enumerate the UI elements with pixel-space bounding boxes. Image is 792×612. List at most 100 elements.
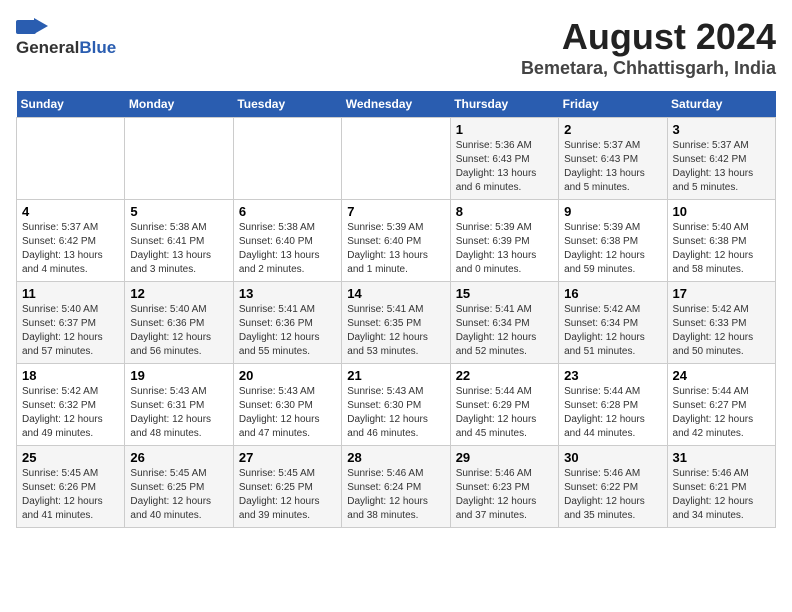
- day-number: 24: [673, 368, 770, 383]
- calendar-cell: 10Sunrise: 5:40 AM Sunset: 6:38 PM Dayli…: [667, 200, 775, 282]
- day-detail: Sunrise: 5:43 AM Sunset: 6:30 PM Dayligh…: [239, 385, 336, 441]
- day-number: 11: [22, 286, 119, 301]
- calendar-cell: 16Sunrise: 5:42 AM Sunset: 6:34 PM Dayli…: [559, 282, 667, 364]
- day-detail: Sunrise: 5:45 AM Sunset: 6:25 PM Dayligh…: [239, 467, 336, 523]
- day-number: 4: [22, 204, 119, 219]
- day-number: 20: [239, 368, 336, 383]
- day-detail: Sunrise: 5:39 AM Sunset: 6:38 PM Dayligh…: [564, 221, 661, 277]
- calendar-cell: [233, 118, 341, 200]
- calendar-cell: 20 Sunrise: 5:43 AM Sunset: 6:30 PM Dayli…: [233, 364, 341, 446]
- calendar-cell: 14 Sunrise: 5:41 AM Sunset: 6:35 PM Dayli…: [342, 282, 450, 364]
- weekday-header-saturday: Saturday: [667, 91, 775, 118]
- day-number: 19: [130, 368, 227, 383]
- day-detail: Sunrise: 5:41 AM Sunset: 6:34 PM Dayligh…: [456, 303, 553, 359]
- day-number: 17: [673, 286, 770, 301]
- calendar-cell: 24 Sunrise: 5:44 AM Sunset: 6:27 PM Dayli…: [667, 364, 775, 446]
- calendar-cell: [125, 118, 233, 200]
- logo-blue: Blue: [79, 38, 116, 58]
- calendar-cell: 26 Sunrise: 5:45 AM Sunset: 6:25 PM Dayli…: [125, 446, 233, 528]
- day-number: 31: [673, 450, 770, 465]
- calendar-cell: [342, 118, 450, 200]
- day-detail: Sunrise: 5:44 AM Sunset: 6:29 PM Dayligh…: [456, 385, 553, 441]
- day-detail: Sunrise: 5:36 AM Sunset: 6:43 PM Dayligh…: [456, 139, 553, 195]
- calendar-cell: 15Sunrise: 5:41 AM Sunset: 6:34 PM Dayli…: [450, 282, 558, 364]
- calendar-cell: 19 Sunrise: 5:43 AM Sunset: 6:31 PM Dayli…: [125, 364, 233, 446]
- day-detail: Sunrise: 5:43 AM Sunset: 6:31 PM Dayligh…: [130, 385, 227, 441]
- day-number: 7: [347, 204, 444, 219]
- logo-general: General: [16, 38, 79, 58]
- calendar-subtitle: Bemetara, Chhattisgarh, India: [521, 58, 776, 79]
- calendar-cell: 13 Sunrise: 5:41 AM Sunset: 6:36 PM Dayli…: [233, 282, 341, 364]
- calendar-cell: 3 Sunrise: 5:37 AM Sunset: 6:42 PM Daylig…: [667, 118, 775, 200]
- day-number: 2: [564, 122, 661, 137]
- calendar-cell: 6Sunrise: 5:38 AM Sunset: 6:40 PM Daylig…: [233, 200, 341, 282]
- day-detail: Sunrise: 5:44 AM Sunset: 6:28 PM Dayligh…: [564, 385, 661, 441]
- calendar-week-row: 1Sunrise: 5:36 AM Sunset: 6:43 PM Daylig…: [17, 118, 776, 200]
- logo: General Blue: [16, 16, 116, 58]
- calendar-cell: 4 Sunrise: 5:37 AM Sunset: 6:42 PM Daylig…: [17, 200, 125, 282]
- day-detail: Sunrise: 5:40 AM Sunset: 6:36 PM Dayligh…: [130, 303, 227, 359]
- day-detail: Sunrise: 5:39 AM Sunset: 6:40 PM Dayligh…: [347, 221, 444, 277]
- calendar-table: SundayMondayTuesdayWednesdayThursdayFrid…: [16, 91, 776, 528]
- day-detail: Sunrise: 5:41 AM Sunset: 6:36 PM Dayligh…: [239, 303, 336, 359]
- day-number: 27: [239, 450, 336, 465]
- calendar-week-row: 4 Sunrise: 5:37 AM Sunset: 6:42 PM Daylig…: [17, 200, 776, 282]
- day-detail: Sunrise: 5:42 AM Sunset: 6:33 PM Dayligh…: [673, 303, 770, 359]
- day-detail: Sunrise: 5:46 AM Sunset: 6:23 PM Dayligh…: [456, 467, 553, 523]
- weekday-header-row: SundayMondayTuesdayWednesdayThursdayFrid…: [17, 91, 776, 118]
- calendar-cell: 21 Sunrise: 5:43 AM Sunset: 6:30 PM Dayli…: [342, 364, 450, 446]
- day-detail: Sunrise: 5:39 AM Sunset: 6:39 PM Dayligh…: [456, 221, 553, 277]
- weekday-header-friday: Friday: [559, 91, 667, 118]
- day-number: 22: [456, 368, 553, 383]
- day-detail: Sunrise: 5:43 AM Sunset: 6:30 PM Dayligh…: [347, 385, 444, 441]
- calendar-title: August 2024: [521, 16, 776, 58]
- day-number: 16: [564, 286, 661, 301]
- day-detail: Sunrise: 5:40 AM Sunset: 6:37 PM Dayligh…: [22, 303, 119, 359]
- header: General Blue August 2024 Bemetara, Chhat…: [16, 16, 776, 79]
- day-number: 29: [456, 450, 553, 465]
- calendar-cell: 29 Sunrise: 5:46 AM Sunset: 6:23 PM Dayli…: [450, 446, 558, 528]
- day-number: 26: [130, 450, 227, 465]
- calendar-cell: 25 Sunrise: 5:45 AM Sunset: 6:26 PM Dayli…: [17, 446, 125, 528]
- calendar-cell: [17, 118, 125, 200]
- day-detail: Sunrise: 5:46 AM Sunset: 6:22 PM Dayligh…: [564, 467, 661, 523]
- day-detail: Sunrise: 5:45 AM Sunset: 6:26 PM Dayligh…: [22, 467, 119, 523]
- calendar-cell: 27 Sunrise: 5:45 AM Sunset: 6:25 PM Dayli…: [233, 446, 341, 528]
- calendar-cell: 18Sunrise: 5:42 AM Sunset: 6:32 PM Dayli…: [17, 364, 125, 446]
- day-number: 28: [347, 450, 444, 465]
- calendar-cell: 11 Sunrise: 5:40 AM Sunset: 6:37 PM Dayli…: [17, 282, 125, 364]
- day-detail: Sunrise: 5:44 AM Sunset: 6:27 PM Dayligh…: [673, 385, 770, 441]
- calendar-cell: 31Sunrise: 5:46 AM Sunset: 6:21 PM Dayli…: [667, 446, 775, 528]
- day-detail: Sunrise: 5:37 AM Sunset: 6:42 PM Dayligh…: [22, 221, 119, 277]
- day-number: 30: [564, 450, 661, 465]
- calendar-cell: 2 Sunrise: 5:37 AM Sunset: 6:43 PM Daylig…: [559, 118, 667, 200]
- day-number: 10: [673, 204, 770, 219]
- calendar-cell: 1Sunrise: 5:36 AM Sunset: 6:43 PM Daylig…: [450, 118, 558, 200]
- calendar-cell: 5Sunrise: 5:38 AM Sunset: 6:41 PM Daylig…: [125, 200, 233, 282]
- weekday-header-monday: Monday: [125, 91, 233, 118]
- day-number: 21: [347, 368, 444, 383]
- weekday-header-wednesday: Wednesday: [342, 91, 450, 118]
- day-number: 18: [22, 368, 119, 383]
- day-number: 8: [456, 204, 553, 219]
- calendar-week-row: 11 Sunrise: 5:40 AM Sunset: 6:37 PM Dayli…: [17, 282, 776, 364]
- day-number: 9: [564, 204, 661, 219]
- calendar-cell: 30 Sunrise: 5:46 AM Sunset: 6:22 PM Dayli…: [559, 446, 667, 528]
- day-number: 6: [239, 204, 336, 219]
- day-detail: Sunrise: 5:37 AM Sunset: 6:43 PM Dayligh…: [564, 139, 661, 195]
- day-detail: Sunrise: 5:45 AM Sunset: 6:25 PM Dayligh…: [130, 467, 227, 523]
- title-area: August 2024 Bemetara, Chhattisgarh, Indi…: [521, 16, 776, 79]
- day-number: 25: [22, 450, 119, 465]
- day-number: 3: [673, 122, 770, 137]
- day-detail: Sunrise: 5:41 AM Sunset: 6:35 PM Dayligh…: [347, 303, 444, 359]
- calendar-cell: 28Sunrise: 5:46 AM Sunset: 6:24 PM Dayli…: [342, 446, 450, 528]
- day-number: 14: [347, 286, 444, 301]
- calendar-cell: 9 Sunrise: 5:39 AM Sunset: 6:38 PM Daylig…: [559, 200, 667, 282]
- calendar-cell: 17 Sunrise: 5:42 AM Sunset: 6:33 PM Dayli…: [667, 282, 775, 364]
- weekday-header-tuesday: Tuesday: [233, 91, 341, 118]
- day-detail: Sunrise: 5:37 AM Sunset: 6:42 PM Dayligh…: [673, 139, 770, 195]
- calendar-cell: 7 Sunrise: 5:39 AM Sunset: 6:40 PM Daylig…: [342, 200, 450, 282]
- weekday-header-thursday: Thursday: [450, 91, 558, 118]
- day-number: 13: [239, 286, 336, 301]
- calendar-cell: 12Sunrise: 5:40 AM Sunset: 6:36 PM Dayli…: [125, 282, 233, 364]
